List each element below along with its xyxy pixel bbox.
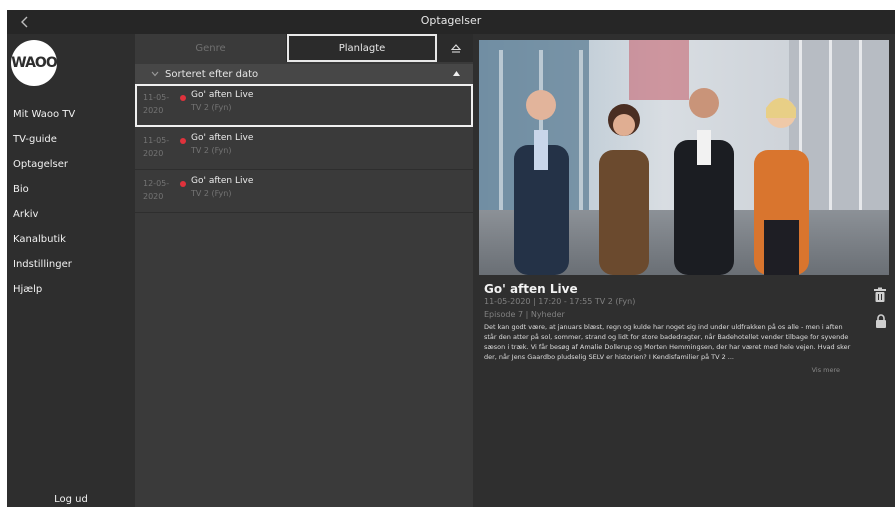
- app-window: Optagelser WAOO Mit Waoo TV TV-guide Opt…: [7, 10, 895, 507]
- list-item[interactable]: 12-05- 2020 Go' aften Live TV 2 (Fyn): [135, 170, 473, 213]
- tab-planned[interactable]: Planlagte: [287, 34, 437, 62]
- recordings-panel: Genre Planlagte Sorteret efter dato 11-0…: [135, 34, 473, 507]
- sidebar-item-hjaelp[interactable]: Hjælp: [7, 277, 135, 302]
- sidebar-item-mit-waoo-tv[interactable]: Mit Waoo TV: [7, 102, 135, 127]
- page-title: Optagelser: [420, 14, 482, 27]
- top-bar: Optagelser: [7, 10, 895, 34]
- recording-date: 11-05- 2020: [143, 136, 170, 158]
- record-dot-icon: [180, 138, 186, 144]
- detail-description: Det kan godt være, at januars blæst, reg…: [484, 323, 851, 361]
- sidebar-item-tv-guide[interactable]: TV-guide: [7, 127, 135, 152]
- sidebar-item-arkiv[interactable]: Arkiv: [7, 202, 135, 227]
- sidebar-item-optagelser[interactable]: Optagelser: [7, 152, 135, 177]
- delete-button[interactable]: [873, 287, 887, 303]
- recording-date: 11-05- 2020: [143, 93, 170, 115]
- list-item[interactable]: 11-05- 2020 Go' aften Live TV 2 (Fyn): [135, 84, 473, 127]
- recordings-list: 11-05- 2020 Go' aften Live TV 2 (Fyn) 11-…: [135, 84, 473, 213]
- tab-bar: Genre Planlagte: [135, 34, 473, 62]
- chevron-down-icon: [151, 71, 159, 77]
- sidebar-item-indstillinger[interactable]: Indstillinger: [7, 252, 135, 277]
- recording-channel: TV 2 (Fyn): [191, 189, 232, 198]
- trash-icon: [874, 287, 886, 302]
- program-poster: [479, 40, 889, 275]
- detail-title: Go' aften Live: [484, 282, 578, 296]
- logout-button[interactable]: Log ud: [7, 494, 135, 505]
- sidebar: WAOO Mit Waoo TV TV-guide Optagelser Bio…: [7, 34, 135, 507]
- recording-title: Go' aften Live: [191, 90, 254, 100]
- poster-image: [479, 40, 889, 275]
- tab-genre[interactable]: Genre: [135, 34, 286, 62]
- detail-meta: 11-05-2020 | 17:20 - 17:55 TV 2 (Fyn): [484, 297, 636, 306]
- lock-icon: [876, 314, 886, 328]
- lock-button[interactable]: [875, 313, 887, 328]
- sidebar-item-bio[interactable]: Bio: [7, 177, 135, 202]
- recording-title: Go' aften Live: [191, 176, 254, 186]
- eject-icon: [450, 43, 461, 53]
- recording-channel: TV 2 (Fyn): [191, 103, 232, 112]
- sort-up-icon[interactable]: [453, 71, 460, 76]
- recording-title: Go' aften Live: [191, 133, 254, 143]
- recording-channel: TV 2 (Fyn): [191, 146, 232, 155]
- detail-panel: Go' aften Live 11-05-2020 | 17:20 - 17:5…: [473, 34, 895, 507]
- sort-dropdown[interactable]: Sorteret efter dato: [135, 64, 473, 84]
- record-dot-icon: [180, 95, 186, 101]
- list-item[interactable]: 11-05- 2020 Go' aften Live TV 2 (Fyn): [135, 127, 473, 170]
- eject-button[interactable]: [438, 34, 473, 62]
- recording-date: 12-05- 2020: [143, 179, 170, 201]
- record-dot-icon: [180, 181, 186, 187]
- sidebar-nav: Mit Waoo TV TV-guide Optagelser Bio Arki…: [7, 102, 135, 302]
- waoo-logo[interactable]: WAOO: [11, 40, 58, 86]
- detail-episode: Episode 7 | Nyheder: [484, 310, 565, 319]
- show-more-link[interactable]: Vis mere: [812, 366, 840, 374]
- sidebar-item-kanalbutik[interactable]: Kanalbutik: [7, 227, 135, 252]
- sort-label: Sorteret efter dato: [165, 68, 259, 80]
- logo-text: WAOO: [11, 55, 57, 71]
